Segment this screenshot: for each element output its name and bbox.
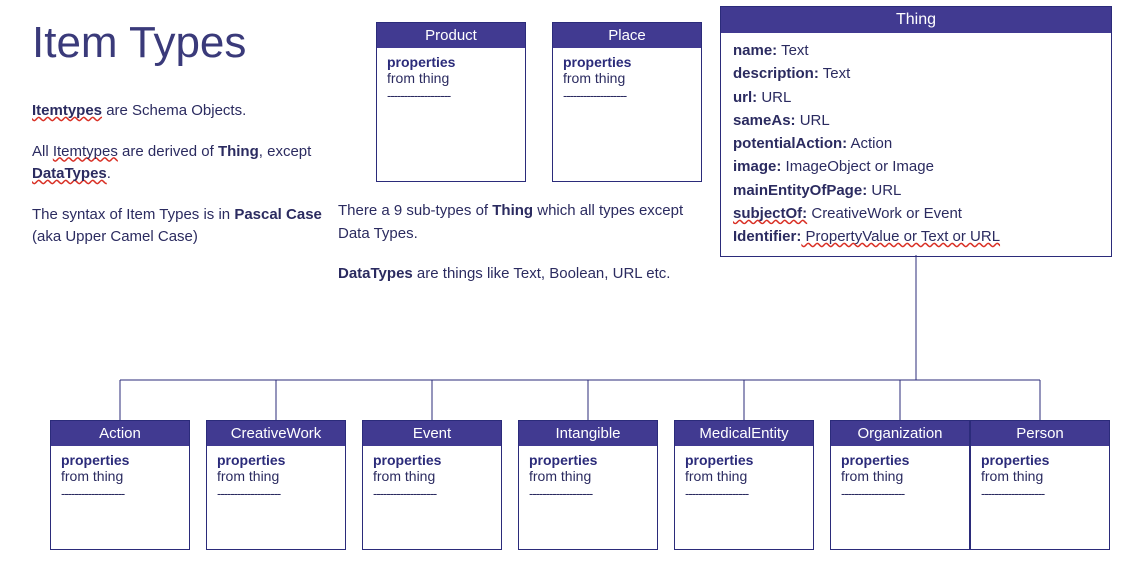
intro-p3c: (aka Upper Camel Case) <box>32 228 198 245</box>
intro-p2a: All <box>32 143 53 160</box>
box-medicalentity: MedicalEntity propertiesfrom thing -------… <box>674 420 814 550</box>
box-header: Event <box>363 421 501 446</box>
thing-prop-key: mainEntityOfPage: <box>733 182 867 199</box>
mid-p2b: are things like Text, Boolean, URL etc. <box>413 265 671 282</box>
box-header: Intangible <box>519 421 657 446</box>
thing-prop-val: URL <box>867 182 901 199</box>
box-product-prop: properties <box>387 54 515 70</box>
box-place-dash: ------------------- <box>563 88 691 103</box>
box-header: Person <box>971 421 1109 446</box>
thing-prop-val: Text <box>819 65 850 82</box>
thing-prop-key: url: <box>733 89 757 106</box>
box-prop: properties <box>841 452 959 468</box>
box-from: from thing <box>61 468 179 484</box>
thing-prop-val: Text <box>777 42 808 59</box>
box-prop: properties <box>217 452 335 468</box>
intro-itemtypes: Itemtypes <box>32 102 102 119</box>
box-thing: Thing name: Textdescription: Texturl: UR… <box>720 6 1112 257</box>
box-place-from: from thing <box>563 70 691 86</box>
thing-prop-val: CreativeWork or Event <box>807 205 962 222</box>
box-header: Organization <box>831 421 969 446</box>
thing-prop-key: potentialAction: <box>733 135 847 152</box>
thing-prop-key: subjectOf: <box>733 205 807 222</box>
box-intangible: Intangible propertiesfrom thing ----------… <box>518 420 658 550</box>
mid-thing: Thing <box>492 202 533 219</box>
intro-p2e: , except <box>259 143 312 160</box>
box-creativework: CreativeWork propertiesfrom thing --------… <box>206 420 346 550</box>
mid-datatypes: DataTypes <box>338 265 413 282</box>
box-from: from thing <box>685 468 803 484</box>
box-prop: properties <box>529 452 647 468</box>
box-prop: properties <box>373 452 491 468</box>
box-prop: properties <box>981 452 1099 468</box>
box-dash: ------------------- <box>685 486 803 501</box>
box-dash: ------------------- <box>529 486 647 501</box>
thing-prop-val: URL <box>796 112 830 129</box>
box-product-title: Product <box>377 23 525 48</box>
box-dash: ------------------- <box>373 486 491 501</box>
thing-prop-key: description: <box>733 65 819 82</box>
box-place-prop: properties <box>563 54 691 70</box>
thing-prop-val: PropertyValue or Text or URL <box>801 228 1000 245</box>
box-person: Person propertiesfrom thing --------------… <box>970 420 1110 550</box>
box-dash: ------------------- <box>217 486 335 501</box>
box-organization: Organization propertiesfrom thing --------… <box>830 420 970 550</box>
box-event: Event propertiesfrom thing ---------------… <box>362 420 502 550</box>
box-dash: ------------------- <box>841 486 959 501</box>
box-dash: ------------------- <box>981 486 1099 501</box>
box-from: from thing <box>981 468 1099 484</box>
box-prop: properties <box>685 452 803 468</box>
box-thing-title: Thing <box>721 7 1111 33</box>
box-place-title: Place <box>553 23 701 48</box>
intro-text: Itemtypes are Schema Objects. All Itemty… <box>32 100 322 267</box>
mid-p1a: There a 9 sub-types of <box>338 202 492 219</box>
box-header: CreativeWork <box>207 421 345 446</box>
box-product: Product properties from thing ----------… <box>376 22 526 182</box>
box-from: from thing <box>841 468 959 484</box>
box-header: MedicalEntity <box>675 421 813 446</box>
box-from: from thing <box>373 468 491 484</box>
thing-prop-val: ImageObject or Image <box>781 158 934 175</box>
box-place: Place properties from thing ------------… <box>552 22 702 182</box>
mid-text: There a 9 sub-types of Thing which all t… <box>338 200 688 304</box>
box-from: from thing <box>529 468 647 484</box>
box-action: Action propertiesfrom thing --------------… <box>50 420 190 550</box>
intro-datatypes: DataTypes <box>32 165 107 182</box>
thing-prop-key: image: <box>733 158 781 175</box>
intro-p2c: are derived of <box>118 143 218 160</box>
thing-prop-key: Identifier: <box>733 228 801 245</box>
thing-prop-val: Action <box>847 135 892 152</box>
box-from: from thing <box>217 468 335 484</box>
thing-prop-key: name: <box>733 42 777 59</box>
box-header: Action <box>51 421 189 446</box>
intro-p1b: are Schema Objects. <box>102 102 246 119</box>
box-dash: ------------------- <box>61 486 179 501</box>
box-prop: properties <box>61 452 179 468</box>
intro-p2b: Itemtypes <box>53 143 118 160</box>
thing-prop-key: sameAs: <box>733 112 796 129</box>
thing-prop-val: URL <box>757 89 791 106</box>
page-title: Item Types <box>32 18 246 68</box>
box-product-from: from thing <box>387 70 515 86</box>
intro-thing: Thing <box>218 143 259 160</box>
box-product-dash: ------------------- <box>387 88 515 103</box>
intro-p3a: The syntax of Item Types is in <box>32 206 234 223</box>
intro-pascal: Pascal Case <box>234 206 322 223</box>
intro-p2g: . <box>107 165 111 182</box>
